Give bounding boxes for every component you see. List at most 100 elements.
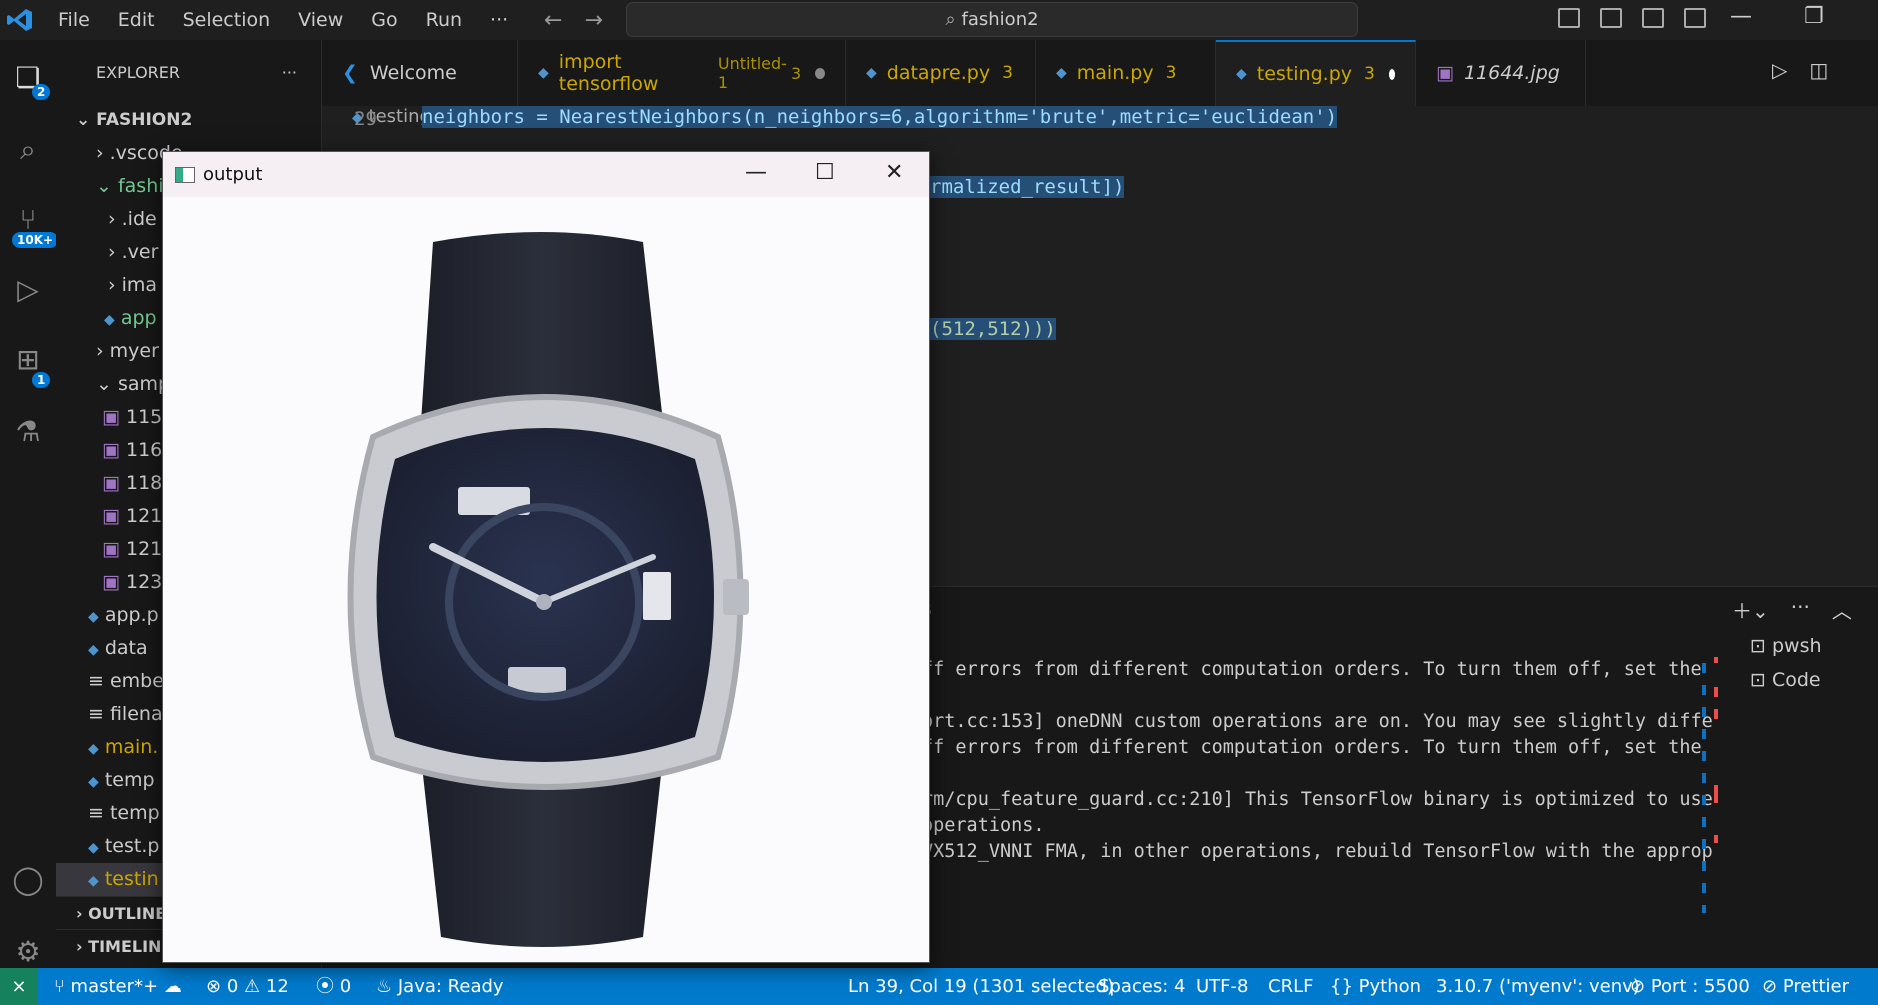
tab-datapre[interactable]: ◆ datapre.py 3 bbox=[846, 40, 1036, 106]
unsaved-dot-icon[interactable] bbox=[815, 67, 825, 79]
run-debug-icon[interactable]: ▷ bbox=[8, 270, 48, 310]
tab-problem-count: 3 bbox=[1002, 63, 1013, 83]
tab-label: Welcome bbox=[369, 62, 457, 84]
tree-item-label: 121 bbox=[126, 538, 163, 560]
terminal-item-code[interactable]: ⊡ Code bbox=[1750, 669, 1822, 703]
minimize-icon[interactable]: — bbox=[745, 160, 767, 185]
back-arrow-icon[interactable]: ← bbox=[544, 8, 562, 33]
terminal-line: ff errors from different computation ord… bbox=[922, 737, 1702, 758]
tree-item-label: main. bbox=[104, 736, 159, 758]
tab-welcome[interactable]: ❮ Welcome bbox=[322, 40, 518, 106]
extensions-badge: 1 bbox=[32, 372, 51, 388]
restore-icon[interactable]: ❐ bbox=[1804, 4, 1824, 29]
maximize-icon[interactable]: ☐ bbox=[815, 160, 835, 185]
panel-more-icon[interactable]: ··· bbox=[1791, 595, 1810, 624]
tab-problem-count: 3 bbox=[1364, 64, 1375, 84]
outline-label: OUTLINE bbox=[88, 904, 167, 923]
terminal-item-pwsh[interactable]: ⊡ pwsh bbox=[1750, 635, 1822, 669]
tree-item-label: 121 bbox=[126, 505, 163, 527]
output-window[interactable]: output — ☐ ✕ bbox=[162, 151, 930, 963]
terminal-line: operations. bbox=[922, 815, 1045, 836]
menu-file[interactable]: File bbox=[58, 9, 90, 31]
tab-label: import tensorflow bbox=[558, 51, 659, 95]
warning-icon: ⚠ bbox=[244, 976, 261, 997]
branch-indicator[interactable]: ⑂ master*+ ☁ bbox=[54, 968, 182, 1005]
branch-label: master*+ bbox=[70, 976, 159, 997]
toggle-sidebar-icon[interactable] bbox=[1558, 8, 1580, 28]
output-window-title: output bbox=[203, 164, 263, 185]
menu-bar: File Edit Selection View Go Run ··· bbox=[58, 0, 536, 40]
cursor-position[interactable]: Ln 39, Col 19 (1301 selected) bbox=[848, 968, 1114, 1005]
tab-main[interactable]: ◆ main.py 3 bbox=[1036, 40, 1216, 106]
settings-gear-icon[interactable]: ⚙ bbox=[8, 932, 48, 972]
toggle-secondary-sidebar-icon[interactable] bbox=[1642, 8, 1664, 28]
tree-item-label: 123 bbox=[126, 571, 163, 593]
ports-indicator[interactable]: ⦿ 0 bbox=[316, 968, 351, 1005]
terminal-line: VX512_VNNI FMA, in other operations, reb… bbox=[922, 841, 1713, 862]
port-label: Port : 5500 bbox=[1650, 976, 1750, 997]
problems-indicator[interactable]: ⊗ 0 ⚠ 12 bbox=[206, 968, 289, 1005]
customize-layout-icon[interactable] bbox=[1684, 8, 1706, 28]
forward-arrow-icon[interactable]: → bbox=[584, 8, 602, 33]
unsaved-dot-icon[interactable] bbox=[1388, 68, 1395, 80]
search-icon[interactable]: ⌕ bbox=[8, 130, 48, 170]
java-label: Java: Ready bbox=[397, 976, 504, 997]
tab-label: main.py bbox=[1076, 62, 1154, 84]
close-icon[interactable]: ✕ bbox=[885, 160, 903, 185]
live-server-port[interactable]: ⊘ Port : 5500 bbox=[1630, 968, 1750, 1005]
account-icon[interactable]: ◯ bbox=[8, 860, 48, 900]
tree-root[interactable]: ⌄ FASHION2 bbox=[56, 104, 321, 137]
tab-testing[interactable]: ◆ testing.py 3 bbox=[1216, 40, 1416, 106]
python-icon: ◆ bbox=[866, 65, 877, 81]
activity-bar: ❏ 2 ⌕ ⑂ 10K+ ▷ ⊞ 1 ⚗ ◯ ⚙ bbox=[0, 40, 59, 968]
maximize-panel-icon[interactable]: ︿ bbox=[1832, 595, 1852, 624]
java-status[interactable]: ♨ Java: Ready bbox=[376, 968, 504, 1005]
menu-selection[interactable]: Selection bbox=[183, 9, 271, 31]
remote-indicator-icon[interactable]: ⨯ bbox=[0, 968, 38, 1005]
minimize-icon[interactable]: — bbox=[1730, 4, 1752, 29]
workspace-name: fashion2 bbox=[961, 9, 1039, 30]
tree-item-label: testin bbox=[104, 868, 159, 890]
split-editor-icon[interactable]: ◫ bbox=[1809, 58, 1828, 82]
git-branch-icon: ⑂ bbox=[54, 976, 65, 997]
terminal-scrollbar-marks[interactable] bbox=[1702, 657, 1722, 947]
prettier-status[interactable]: ⊘ Prettier bbox=[1762, 968, 1849, 1005]
language-mode[interactable]: {} Python bbox=[1330, 968, 1421, 1005]
code-line-29: neighbors = NearestNeighbors(n_neighbors… bbox=[422, 106, 1338, 128]
editor-tabs: ❮ Welcome ◆ import tensorflow Untitled-1… bbox=[322, 40, 1878, 106]
tree-root-label: FASHION2 bbox=[96, 110, 193, 130]
tab-untitled[interactable]: ◆ import tensorflow Untitled-1 3 bbox=[518, 40, 846, 106]
tree-item-label: app.p bbox=[104, 604, 159, 626]
menu-view[interactable]: View bbox=[298, 9, 343, 31]
run-icon[interactable]: ▷ bbox=[1772, 58, 1787, 82]
tree-item-label: .ver bbox=[121, 241, 159, 263]
tab-image[interactable]: ▣ 11644.jpg bbox=[1416, 40, 1586, 106]
no-entry-icon: ⊘ bbox=[1630, 976, 1646, 997]
testing-flask-icon[interactable]: ⚗ bbox=[8, 412, 48, 452]
braces-icon: {} bbox=[1330, 976, 1353, 997]
line-number: 29 bbox=[354, 108, 377, 130]
line-ending[interactable]: CRLF bbox=[1268, 968, 1313, 1005]
menu-edit[interactable]: Edit bbox=[118, 9, 155, 31]
window-app-icon bbox=[175, 166, 195, 183]
title-bar: File Edit Selection View Go Run ··· ← → … bbox=[0, 0, 1878, 40]
code-line-fragment: rmalized_result]) bbox=[930, 176, 1125, 198]
source-control-badge: 10K+ bbox=[12, 232, 59, 248]
timeline-label: TIMELINE bbox=[88, 937, 173, 956]
prettier-icon: ⊘ bbox=[1762, 976, 1778, 997]
python-interpreter[interactable]: 3.10.7 ('myenv': venv) bbox=[1436, 968, 1640, 1005]
indentation[interactable]: Spaces: 4 bbox=[1098, 968, 1185, 1005]
output-window-titlebar[interactable]: output — ☐ ✕ bbox=[163, 152, 929, 197]
tab-problem-count: 3 bbox=[790, 63, 802, 83]
broadcast-icon: ⦿ bbox=[316, 976, 334, 997]
menu-run[interactable]: Run bbox=[426, 9, 462, 31]
menu-go[interactable]: Go bbox=[371, 9, 397, 31]
encoding[interactable]: UTF-8 bbox=[1196, 968, 1248, 1005]
menu-more[interactable]: ··· bbox=[490, 9, 508, 31]
language-label: Python bbox=[1358, 976, 1422, 997]
tree-item-label: 118 bbox=[126, 472, 163, 494]
explorer-more-button[interactable]: ··· bbox=[282, 63, 297, 82]
toggle-panel-icon[interactable] bbox=[1600, 8, 1622, 28]
command-center-search[interactable]: ⌕ fashion2 bbox=[626, 2, 1358, 37]
new-terminal-icon[interactable]: ＋⌄ bbox=[1732, 595, 1769, 624]
